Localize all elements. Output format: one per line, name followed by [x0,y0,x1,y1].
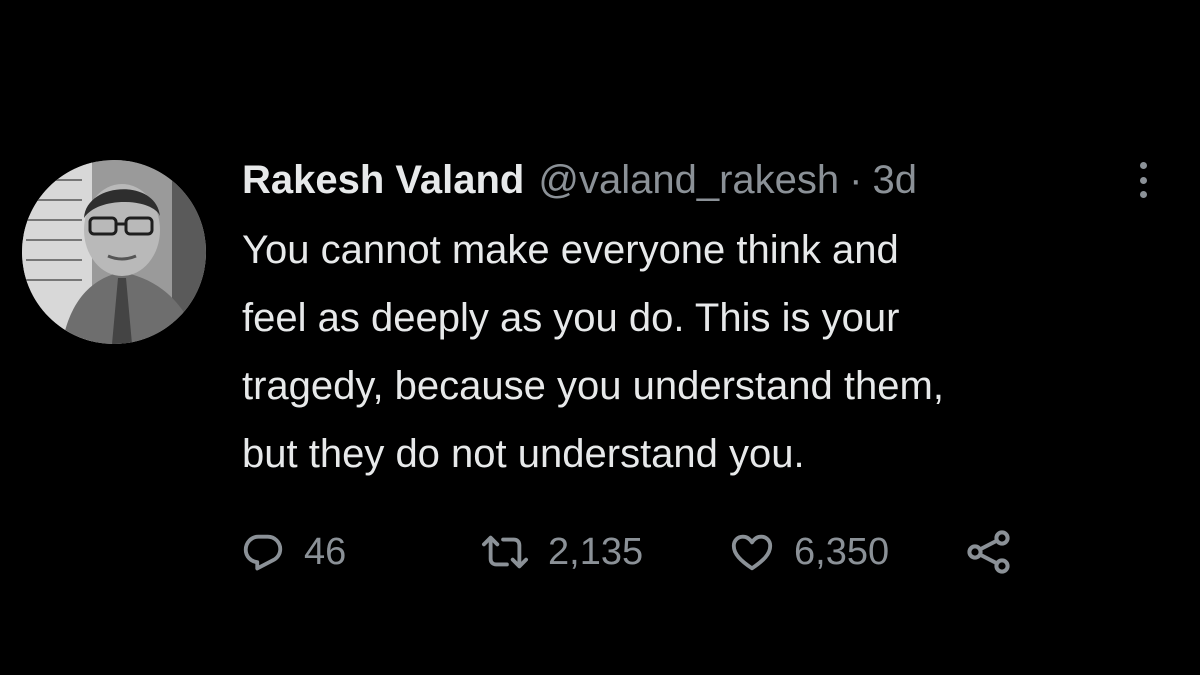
reply-count: 46 [304,530,347,573]
share-icon [964,528,1014,576]
tweet-timestamp[interactable]: 3d [872,158,917,203]
tweet: Rakesh Valand @valand_rakesh · 3d You ca… [0,0,1200,675]
retweet-button[interactable]: 2,135 [480,522,643,582]
tweet-text-line: tragedy, because you understand them, [242,364,944,408]
tweet-header: Rakesh Valand @valand_rakesh · 3d [242,152,917,208]
author-display-name[interactable]: Rakesh Valand [242,158,524,203]
tweet-text-line: feel as deeply as you do. This is your [242,296,900,340]
tweet-text-line: You cannot make everyone think and [242,228,899,272]
like-button[interactable]: 6,350 [728,522,889,582]
share-button[interactable] [964,522,1014,582]
separator-dot: · [849,157,863,202]
retweet-count: 2,135 [548,530,644,573]
like-count: 6,350 [794,530,890,573]
tweet-text: You cannot make everyone think and feel … [242,216,1162,488]
avatar[interactable] [22,160,206,344]
tweet-text-line: but they do not understand you. [242,432,805,476]
heart-icon [728,529,776,575]
more-vertical-icon[interactable] [1128,158,1158,202]
reply-button[interactable]: 46 [240,522,346,582]
retweet-icon [480,529,530,575]
author-handle[interactable]: @valand_rakesh [538,158,839,203]
avatar-photo [22,160,206,344]
tweet-actions: 46 2,135 6,350 [240,522,1140,582]
reply-icon [240,529,286,575]
